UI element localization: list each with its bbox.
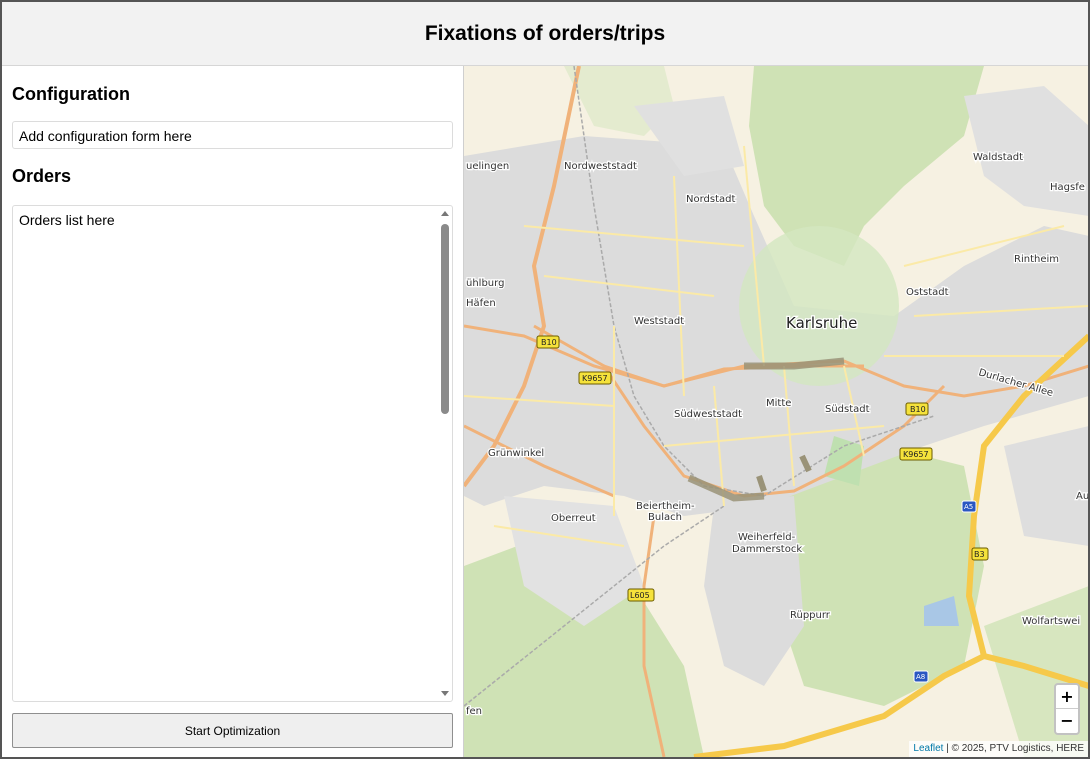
zoom-control: + − xyxy=(1054,683,1080,735)
configuration-form[interactable]: Add configuration form here xyxy=(12,121,453,149)
map-label-karlsruhe: Karlsruhe xyxy=(786,314,857,332)
map-label-rintheim: Rintheim xyxy=(1014,254,1059,265)
map-label-oberreut: Oberreut xyxy=(551,513,596,524)
svg-text:B10: B10 xyxy=(541,338,557,347)
map-label-rueppurr: Rüppurr xyxy=(790,610,831,621)
map-tiles: B10 K9657 B10 K9657 A5 B3 L605 A8 Karlsr… xyxy=(464,66,1088,757)
map-label-uelingen: uelingen xyxy=(466,161,509,172)
svg-text:K9657: K9657 xyxy=(903,450,929,459)
map-attribution: Leaflet | © 2025, PTV Logistics, HERE xyxy=(909,741,1088,757)
scrollbar-thumb[interactable] xyxy=(441,224,449,414)
road-shield-b10-east: B10 xyxy=(905,402,929,416)
scroll-up-arrow-icon[interactable] xyxy=(441,211,449,216)
map-label-dammerstock: Dammerstock xyxy=(732,544,802,555)
app-header: Fixations of orders/trips xyxy=(2,2,1088,66)
map-label-gruenwinkel: Grünwinkel xyxy=(488,448,544,459)
map-label-muehlburg: ühlburg xyxy=(466,278,504,289)
map-view[interactable]: B10 K9657 B10 K9657 A5 B3 L605 A8 Karlsr… xyxy=(463,66,1088,757)
map-label-waldstadt: Waldstadt xyxy=(973,152,1023,163)
map-label-suedstadt: Südstadt xyxy=(825,404,870,415)
map-label-weststadt: Weststadt xyxy=(634,316,684,327)
map-label-aue: Au xyxy=(1076,491,1088,502)
svg-text:B3: B3 xyxy=(974,550,985,559)
zoom-in-button[interactable]: + xyxy=(1056,685,1078,709)
configuration-heading: Configuration xyxy=(12,84,130,104)
map-label-weiherfeld: Weiherfeld- xyxy=(738,532,796,543)
orders-heading: Orders xyxy=(12,166,72,186)
map-label-nordweststadt: Nordweststadt xyxy=(564,161,637,172)
road-shield-a5: A5 xyxy=(961,500,977,513)
leaflet-link[interactable]: Leaflet xyxy=(913,743,943,754)
svg-text:A8: A8 xyxy=(916,673,925,681)
map-label-hagsfeld: Hagsfe xyxy=(1050,182,1085,193)
map-label-hafen: Häfen xyxy=(466,298,496,309)
map-label-bulach: Bulach xyxy=(648,512,682,523)
map-label-forchheim: fen xyxy=(466,706,482,717)
svg-text:L605: L605 xyxy=(630,591,650,600)
app-window: Fixations of orders/trips Configuration … xyxy=(0,0,1090,759)
svg-text:A5: A5 xyxy=(964,503,973,511)
road-shield-a8: A8 xyxy=(913,670,929,683)
map-label-mitte: Mitte xyxy=(766,398,791,409)
start-optimization-button[interactable]: Start Optimization xyxy=(12,713,453,748)
scroll-down-arrow-icon[interactable] xyxy=(441,691,449,696)
orders-list[interactable]: Orders list here xyxy=(12,205,453,702)
zoom-out-button[interactable]: − xyxy=(1056,709,1078,733)
map-label-suedweststadt: Südweststadt xyxy=(674,409,742,420)
map-label-wolfartsweier: Wolfartswei xyxy=(1022,616,1080,627)
road-shield-k9657-east: K9657 xyxy=(899,447,933,461)
attribution-text: | © 2025, PTV Logistics, HERE xyxy=(943,743,1084,754)
page-title: Fixations of orders/trips xyxy=(424,21,666,45)
orders-list-placeholder: Orders list here xyxy=(19,212,115,228)
orders-scrollbar[interactable] xyxy=(439,207,451,700)
map-label-beiertheim: Beiertheim- xyxy=(636,501,695,512)
sidebar: Configuration Add configuration form her… xyxy=(2,66,463,757)
road-shield-l605: L605 xyxy=(627,588,655,602)
road-shield-b3: B3 xyxy=(971,547,989,561)
map-label-oststadt: Oststadt xyxy=(906,287,949,298)
road-shield-b10-west: B10 xyxy=(536,335,560,349)
map-label-nordstadt: Nordstadt xyxy=(686,194,735,205)
road-shield-k9657-west: K9657 xyxy=(578,371,612,385)
svg-text:B10: B10 xyxy=(910,405,926,414)
svg-text:K9657: K9657 xyxy=(582,374,608,383)
